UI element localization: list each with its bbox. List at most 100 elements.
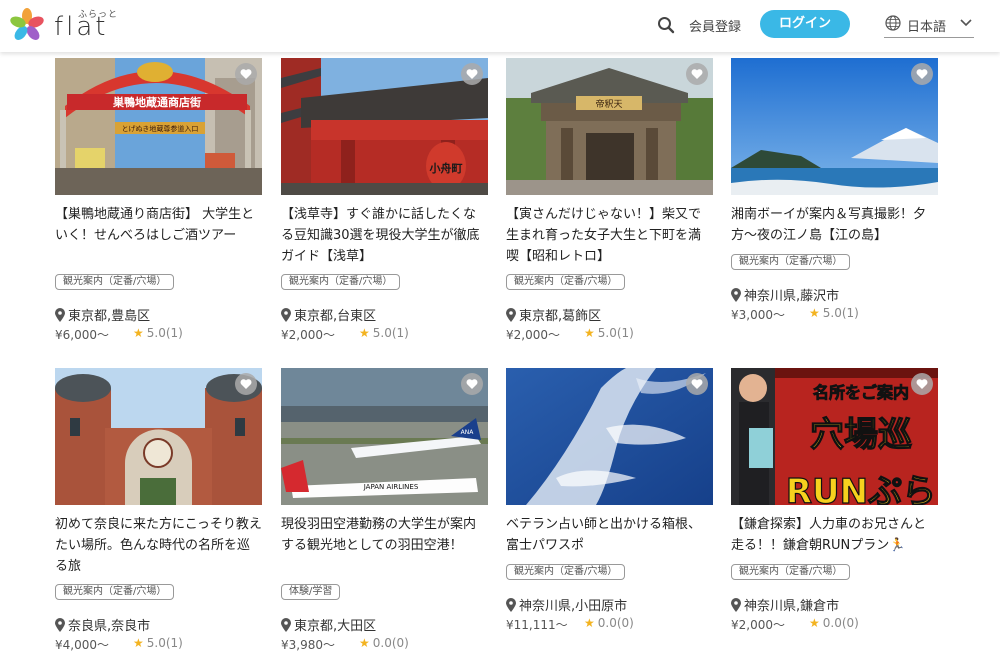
- location-text: 神奈川県,小田原市: [519, 599, 628, 614]
- location-text: 東京都,豊島区: [68, 309, 151, 324]
- card-photo-sensoji: 小舟町: [281, 58, 488, 195]
- category-tag: 観光案内（定番/穴場）: [55, 274, 175, 290]
- globe-icon: [885, 15, 901, 31]
- shibamata-sign-text: 帝釈天: [595, 98, 622, 110]
- card-price: ¥2,000〜: [731, 618, 785, 632]
- favorite-button[interactable]: [911, 63, 933, 85]
- card-title: 【寅さんだけじゃない！】柴又で生まれ育った女子大生と下町を満喫【昭和レトロ】: [506, 207, 702, 264]
- favorite-button[interactable]: [235, 63, 257, 85]
- category-tag: 観光案内（定番/穴場）: [506, 274, 626, 290]
- rating-text: 0.0(0): [372, 636, 409, 650]
- chevron-down-icon: [960, 19, 972, 27]
- card-location: 奈良県,奈良市: [55, 615, 151, 634]
- rating-text: 5.0(1): [597, 326, 634, 340]
- pin-icon: [731, 598, 741, 612]
- pin-icon: [55, 308, 65, 322]
- location-text: 東京都,台東区: [294, 309, 377, 324]
- card-photo-haneda: ANA JAPAN AIRLINES: [281, 368, 488, 505]
- card-location: 東京都,豊島区: [55, 305, 151, 324]
- heart-icon: [691, 379, 703, 389]
- card-photo-enoshima: [731, 58, 938, 195]
- card-title: 湘南ボーイが案内＆写真撮影！夕方〜夜の江ノ島【江の島】: [731, 207, 927, 243]
- sugamo-subsign-text: とげぬき地蔵尊参道入口: [122, 124, 199, 133]
- card-price: ¥11,111〜: [506, 618, 568, 632]
- card-rating: ★ 0.0(0): [359, 636, 409, 650]
- card-price: ¥6,000〜: [55, 328, 109, 342]
- ana-livery-text: ANA: [461, 429, 475, 436]
- category-tag: 観光案内（定番/穴場）: [281, 274, 401, 290]
- search-icon[interactable]: [657, 16, 675, 34]
- rating-text: 5.0(1): [146, 326, 183, 340]
- flat-logo[interactable]: ふらっと flat: [10, 6, 120, 46]
- card-location: 東京都,葛飾区: [506, 305, 601, 324]
- card-photo-shibamata: 帝釈天: [506, 58, 713, 195]
- card-location: 神奈川県,鎌倉市: [731, 595, 840, 614]
- card-rating: ★ 5.0(1): [809, 306, 859, 320]
- card-rating: ★ 5.0(1): [133, 636, 183, 650]
- heart-icon: [240, 69, 252, 79]
- heart-icon: [916, 69, 928, 79]
- rating-text: 5.0(1): [372, 326, 409, 340]
- category-tag: 観光案内（定番/穴場）: [506, 564, 626, 580]
- location-text: 神奈川県,鎌倉市: [744, 599, 840, 614]
- favorite-button[interactable]: [686, 373, 708, 395]
- pin-icon: [281, 618, 291, 632]
- card-title: 【浅草寺】すぐ誰かに話したくなる豆知識30選を現役大学生が徹底ガイド【浅草】: [281, 207, 480, 264]
- rating-text: 5.0(1): [822, 306, 859, 320]
- card-rating: ★ 5.0(1): [133, 326, 183, 340]
- language-label: 日本語: [907, 20, 947, 35]
- card-location: 東京都,台東区: [281, 305, 377, 324]
- card-rating: ★ 0.0(0): [809, 616, 859, 630]
- card-price: ¥2,000〜: [281, 328, 335, 342]
- kamakura-text-1: 名所をご案内: [813, 383, 909, 402]
- star-icon: ★: [133, 326, 144, 340]
- card-price: ¥3,000〜: [731, 308, 785, 322]
- kamakura-text-3: RUNぷら: [786, 472, 936, 505]
- heart-icon: [466, 379, 478, 389]
- favorite-button[interactable]: [235, 373, 257, 395]
- card-location: 神奈川県,藤沢市: [731, 285, 839, 304]
- card-rating: ★ 5.0(1): [359, 326, 409, 340]
- location-text: 東京都,大田区: [294, 619, 377, 634]
- location-text: 奈良県,奈良市: [68, 619, 151, 634]
- card-price: ¥4,000〜: [55, 638, 109, 652]
- category-tag: 観光案内（定番/穴場）: [731, 564, 851, 580]
- star-icon: ★: [809, 306, 820, 320]
- star-icon: ★: [584, 616, 595, 630]
- favorite-button[interactable]: [911, 373, 933, 395]
- card-price: ¥2,000〜: [506, 328, 560, 342]
- card-rating: ★ 0.0(0): [584, 616, 634, 630]
- pin-icon: [55, 618, 65, 632]
- heart-icon: [240, 379, 252, 389]
- favorite-button[interactable]: [461, 63, 483, 85]
- rating-text: 0.0(0): [822, 616, 859, 630]
- star-icon: ★: [809, 616, 820, 630]
- category-tag: 体験/学習: [281, 584, 341, 600]
- category-tag: 観光案内（定番/穴場）: [731, 254, 851, 270]
- logo-text: flat: [54, 12, 109, 42]
- star-icon: ★: [133, 636, 144, 650]
- favorite-button[interactable]: [686, 63, 708, 85]
- star-icon: ★: [359, 326, 370, 340]
- card-photo-kamakura: 名所をご案内 穴場巡 RUNぷら: [731, 368, 938, 505]
- favorite-button[interactable]: [461, 373, 483, 395]
- top-header: ふらっと flat 会員登録 ログイン 日本語: [0, 0, 1000, 52]
- card-title: 初めて奈良に来た方にこっそり教えたい場所。色んな時代の名所を巡る旅: [55, 517, 262, 574]
- rating-text: 5.0(1): [146, 636, 183, 650]
- heart-icon: [466, 69, 478, 79]
- lantern-text: 小舟町: [429, 161, 463, 175]
- card-title: 【鎌倉探索】人力車のお兄さんと走る！！鎌倉朝RUNプラン🏃: [731, 517, 927, 553]
- signup-link[interactable]: 会員登録: [689, 16, 741, 35]
- card-price: ¥3,980〜: [281, 638, 335, 652]
- star-icon: ★: [359, 636, 370, 650]
- star-icon: ★: [584, 326, 595, 340]
- sugamo-sign-text: 巣鴨地蔵通商店街: [112, 95, 201, 109]
- pin-icon: [281, 308, 291, 322]
- language-selector[interactable]: 日本語: [884, 12, 974, 38]
- card-title: 現役羽田空港勤務の大学生が案内する観光地としての羽田空港！: [281, 517, 477, 553]
- login-button[interactable]: ログイン: [760, 10, 850, 38]
- heart-icon: [916, 379, 928, 389]
- card-title: ベテラン占い師と出かける箱根、富士パワスポ: [506, 517, 702, 553]
- card-title: 【巣鴨地蔵通り商店街】 大学生といく！せんべろはしご酒ツアー: [55, 207, 255, 243]
- pin-icon: [506, 308, 516, 322]
